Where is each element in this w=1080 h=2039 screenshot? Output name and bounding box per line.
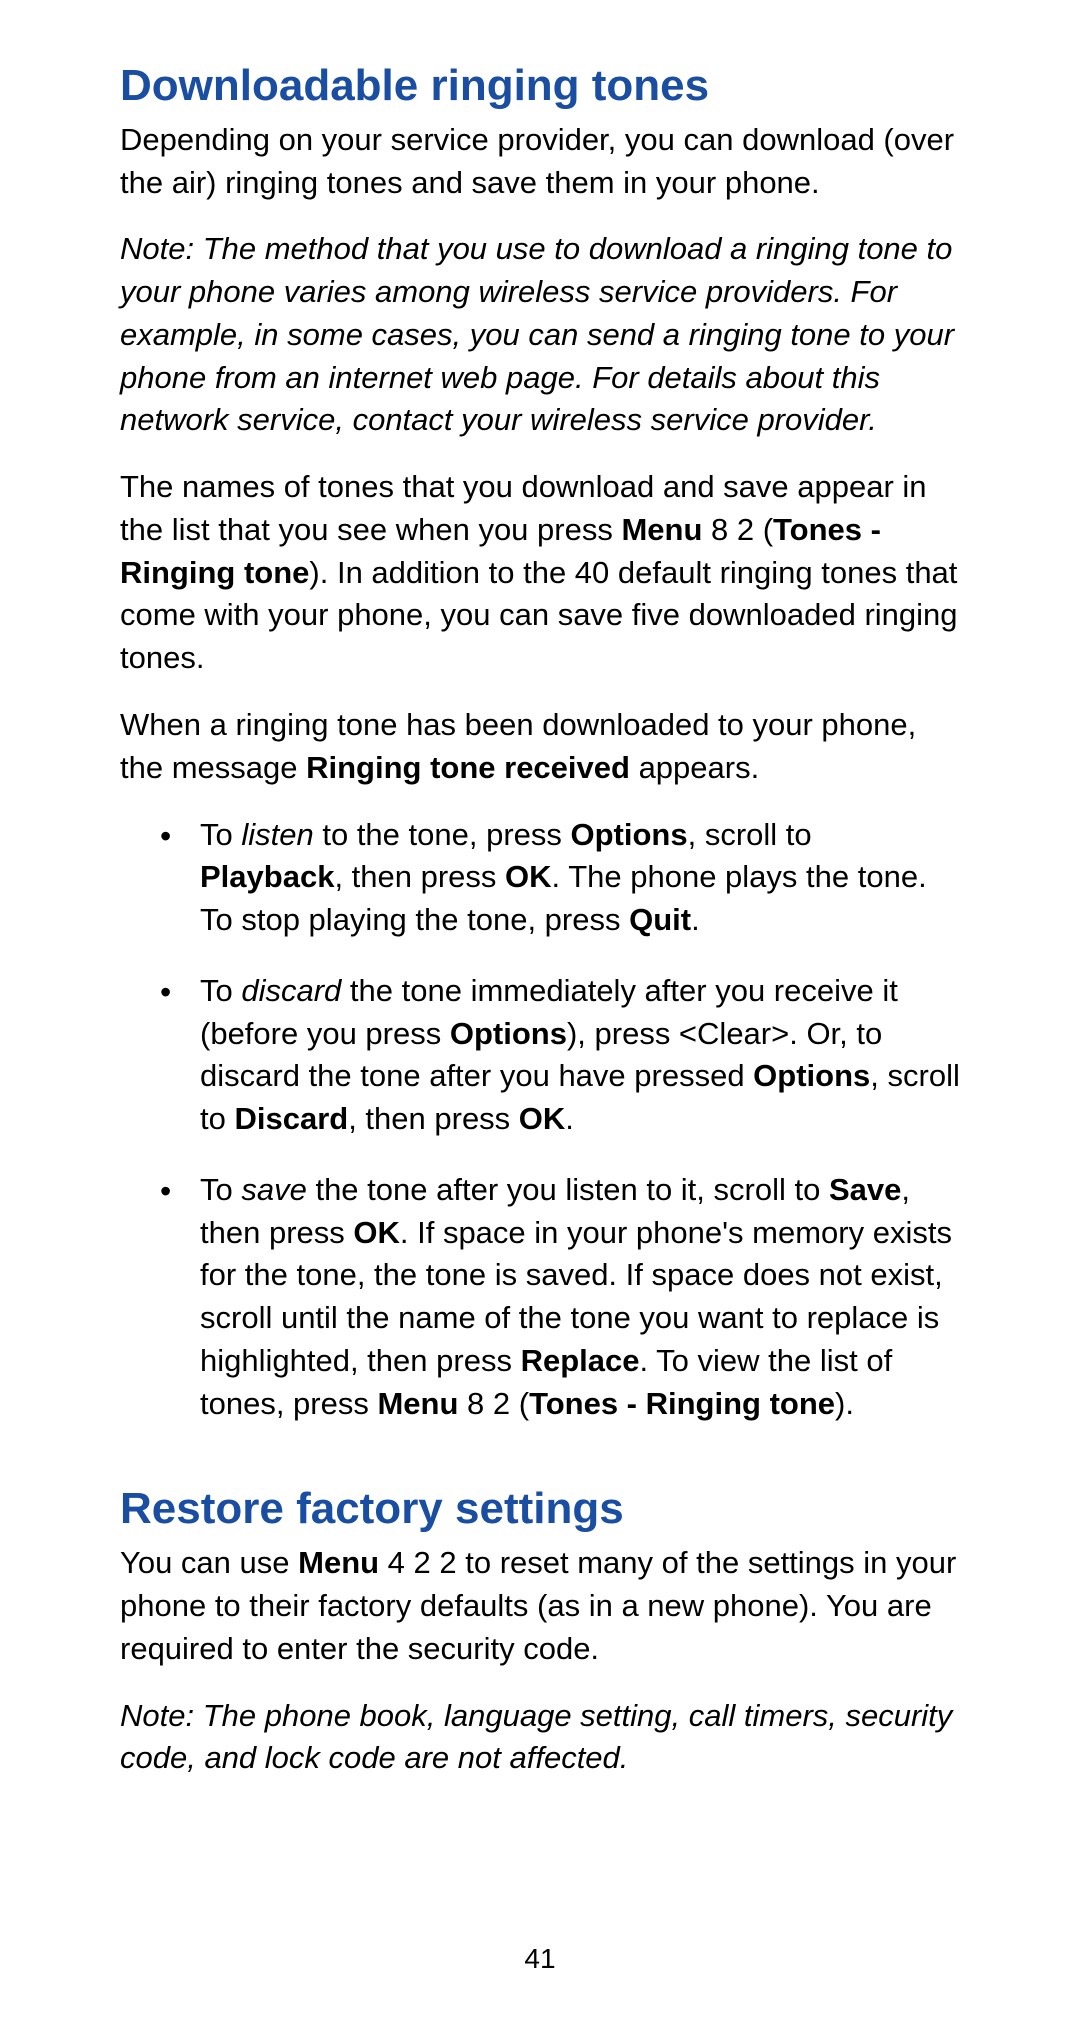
action-discard: discard <box>241 973 341 1008</box>
ok-label: OK <box>353 1215 400 1250</box>
text-run: , then press <box>334 859 505 894</box>
text-run: . <box>691 902 700 937</box>
text-run: To <box>200 973 241 1008</box>
text-run: appears. <box>630 750 759 785</box>
text-run: ). <box>835 1386 854 1421</box>
replace-label: Replace <box>521 1343 640 1378</box>
intro-paragraph: Depending on your service provider, you … <box>120 119 960 205</box>
list-item: To discard the tone immediately after yo… <box>160 970 960 1141</box>
received-label: Ringing tone received <box>306 750 630 785</box>
heading-restore: Restore factory settings <box>120 1483 960 1536</box>
text-run: to the tone, press <box>314 817 571 852</box>
menu-label: Menu <box>298 1545 379 1580</box>
instruction-list: To listen to the tone, press Options, sc… <box>120 814 960 1426</box>
text-run: , then press <box>348 1101 519 1136</box>
section-downloadable-ringing-tones: Downloadable ringing tones Depending on … <box>120 60 960 1425</box>
menu-label: Menu <box>621 512 702 547</box>
list-item: To listen to the tone, press Options, sc… <box>160 814 960 942</box>
list-item: To save the tone after you listen to it,… <box>160 1169 960 1426</box>
options-label: Options <box>753 1058 870 1093</box>
tones-label: Tones - Ringing tone <box>529 1386 835 1421</box>
ok-label: OK <box>519 1101 566 1136</box>
text-run: To <box>200 1172 241 1207</box>
page-number: 41 <box>0 1940 1080 1979</box>
text-run: To <box>200 817 241 852</box>
download-note: Note: The method that you use to downloa… <box>120 228 960 442</box>
heading-downloadable: Downloadable ringing tones <box>120 60 960 113</box>
action-listen: listen <box>241 817 313 852</box>
menu-location-paragraph: The names of tones that you download and… <box>120 466 960 680</box>
restore-paragraph: You can use Menu 4 2 2 to reset many of … <box>120 1542 960 1670</box>
received-message-paragraph: When a ringing tone has been downloaded … <box>120 704 960 790</box>
text-run: You can use <box>120 1545 298 1580</box>
save-label: Save <box>829 1172 901 1207</box>
text-run: . <box>565 1101 574 1136</box>
options-label: Options <box>571 817 688 852</box>
discard-label: Discard <box>234 1101 348 1136</box>
action-save: save <box>241 1172 306 1207</box>
document-page: Downloadable ringing tones Depending on … <box>0 0 1080 2039</box>
quit-label: Quit <box>629 902 691 937</box>
text-run: 8 2 ( <box>702 512 773 547</box>
ok-label: OK <box>505 859 552 894</box>
text-run: 8 2 ( <box>458 1386 529 1421</box>
options-label: Options <box>450 1016 567 1051</box>
restore-note: Note: The phone book, language setting, … <box>120 1695 960 1781</box>
menu-label: Menu <box>377 1386 458 1421</box>
text-run: the tone after you listen to it, scroll … <box>307 1172 829 1207</box>
text-run: , scroll to <box>688 817 812 852</box>
playback-label: Playback <box>200 859 334 894</box>
section-restore-factory-settings: Restore factory settings You can use Men… <box>120 1483 960 1780</box>
